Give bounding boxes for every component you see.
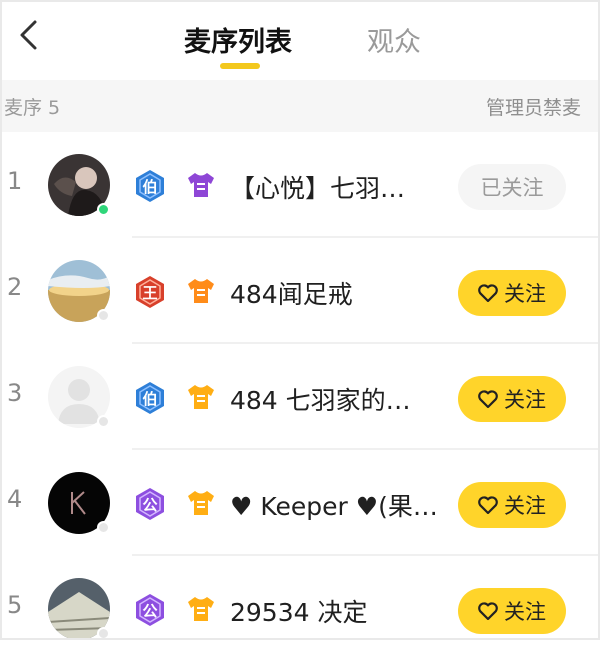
user-avatar[interactable] [48, 366, 110, 428]
heart-icon [478, 390, 498, 408]
follow-button[interactable]: 关注 [458, 482, 566, 528]
queue-index: 5 [7, 591, 23, 619]
cloth-icon [188, 385, 214, 409]
top-bar: 麦序列表 观众 [0, 0, 600, 80]
heart-icon [478, 602, 498, 620]
heart-icon [478, 284, 498, 302]
svg-text:伯: 伯 [142, 390, 157, 408]
queue-index: 1 [7, 167, 23, 195]
user-avatar[interactable] [48, 260, 110, 322]
online-status-dot [97, 203, 110, 216]
queue-index: 4 [7, 485, 23, 513]
follow-button[interactable]: 关注 [458, 588, 566, 634]
user-name: 29534 决定 [230, 598, 368, 627]
status-dot [97, 309, 110, 322]
queue-row: 4 公 ♥ Keeper ♥(果… 关注 [0, 450, 600, 556]
rank-badge-icon: 王 [136, 276, 164, 308]
follow-label: 关注 [504, 600, 546, 624]
queue-row: 2 王 484闻足戒 关注 [0, 238, 600, 344]
admin-mute-button[interactable]: 管理员禁麦 [486, 93, 598, 120]
tab-audience[interactable]: 观众 [367, 20, 421, 59]
cloth-icon [188, 597, 214, 621]
rank-badge-icon: 伯 [136, 382, 164, 414]
follow-label: 关注 [504, 282, 546, 306]
status-dot [97, 415, 110, 428]
heart-icon [478, 496, 498, 514]
status-dot [97, 521, 110, 534]
queue-row: 1 伯 【心悦】七羽… 已关注 [0, 132, 600, 238]
queue-count-label: 麦序 5 [4, 97, 61, 119]
user-name: 【心悦】七羽… [230, 174, 406, 203]
rank-badge-icon: 公 [136, 594, 164, 626]
rank-badge-icon: 公 [136, 488, 164, 520]
active-tab-indicator [220, 63, 260, 69]
svg-text:伯: 伯 [142, 178, 157, 196]
user-avatar[interactable] [48, 472, 110, 534]
user-name: 484闻足戒 [230, 280, 353, 309]
cloth-icon [188, 279, 214, 303]
queue-index: 3 [7, 379, 23, 407]
follow-label: 关注 [504, 494, 546, 518]
svg-text:公: 公 [142, 602, 157, 620]
user-avatar[interactable] [48, 154, 110, 216]
svg-text:公: 公 [142, 496, 157, 514]
cloth-icon [188, 491, 214, 515]
svg-text:王: 王 [142, 284, 157, 302]
queue-index: 2 [7, 273, 23, 301]
status-dot [97, 627, 110, 640]
cloth-icon [188, 173, 214, 197]
rank-badge-icon: 伯 [136, 170, 164, 202]
followed-button[interactable]: 已关注 [458, 164, 566, 210]
follow-button[interactable]: 关注 [458, 270, 566, 316]
follow-label: 关注 [504, 388, 546, 412]
queue-row: 3 伯 484 七羽家的… 关注 [0, 344, 600, 450]
user-avatar[interactable] [47, 578, 111, 640]
queue-row: 5 公 29534 决定 关注 [0, 556, 600, 662]
user-name: ♥ Keeper ♥(果… [230, 492, 438, 521]
follow-button[interactable]: 关注 [458, 376, 566, 422]
back-arrow-icon[interactable] [14, 18, 44, 52]
tab-mic-queue[interactable]: 麦序列表 [184, 20, 292, 59]
user-name: 484 七羽家的… [230, 386, 411, 415]
followed-label: 已关注 [480, 176, 544, 200]
